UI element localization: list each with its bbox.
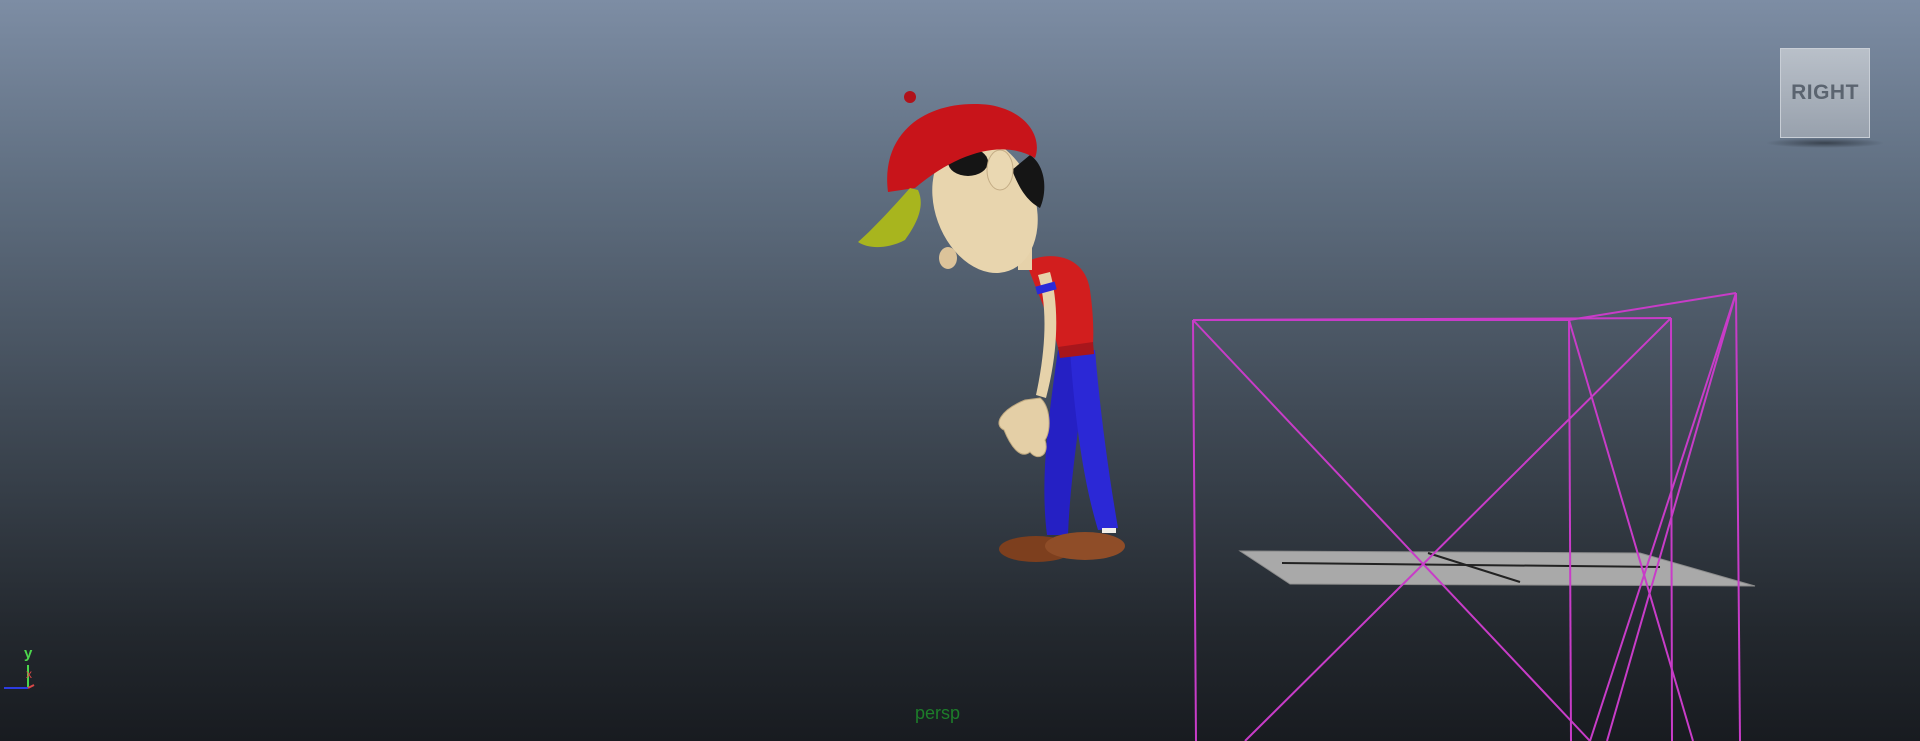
character-model[interactable] — [858, 91, 1125, 562]
camera-frustum-wireframe[interactable] — [1192, 292, 1741, 741]
scene-canvas[interactable] — [0, 0, 1920, 741]
axis-gizmo-lines — [4, 665, 35, 689]
character-shirt — [1026, 256, 1094, 356]
view-cube-face-label[interactable]: RIGHT — [1791, 81, 1859, 105]
ground-plane[interactable] — [1238, 550, 1756, 587]
character-hand — [998, 397, 1050, 458]
view-cube-shadow — [1765, 138, 1885, 148]
character-sock — [1102, 528, 1116, 533]
character-ear — [986, 149, 1014, 191]
character-nose — [939, 247, 957, 269]
axis-gizmo: y x — [0, 645, 50, 690]
perspective-viewport[interactable]: RIGHT y x persp — [0, 0, 1920, 741]
character-front-shoe — [1045, 532, 1125, 560]
character-front-leg — [1070, 350, 1118, 530]
character-cap-brim — [858, 188, 921, 248]
view-cube[interactable]: RIGHT — [1780, 48, 1870, 138]
character-cap-button — [904, 91, 916, 103]
axis-x-label: x — [26, 667, 32, 681]
camera-name-label: persp — [915, 703, 961, 723]
